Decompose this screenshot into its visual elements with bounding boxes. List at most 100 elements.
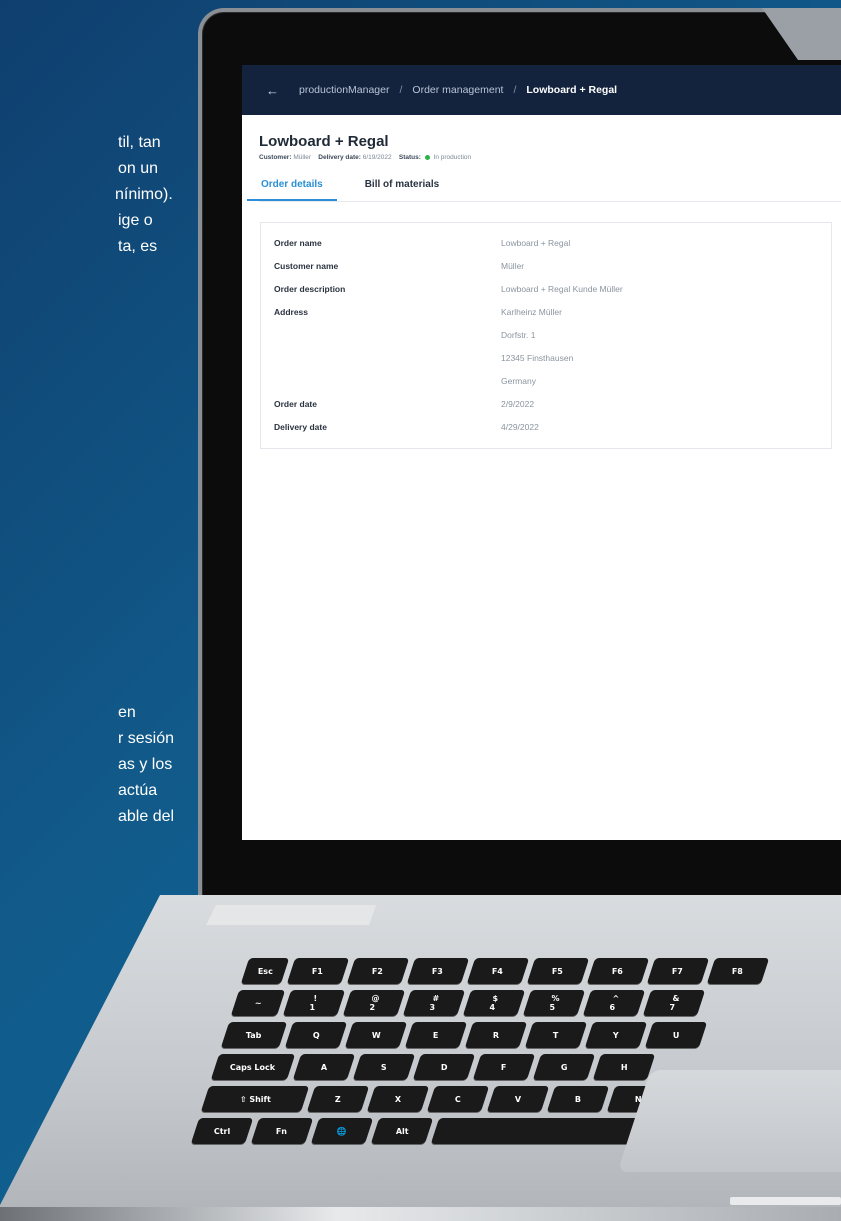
key-f2[interactable]: F2 [346, 958, 410, 984]
key-e[interactable]: E [404, 1022, 468, 1048]
key-ctrl[interactable]: Ctrl [190, 1118, 254, 1144]
detail-row-customer-name: Customer name Müller [261, 254, 831, 277]
key-z[interactable]: Z [306, 1086, 370, 1112]
order-meta: Customer: Müller Delivery date: 6/19/202… [259, 154, 841, 161]
key-tilde[interactable]: ~ [230, 990, 286, 1016]
breadcrumb-item-order-management[interactable]: Order management [412, 84, 503, 96]
breadcrumb-item-production-manager[interactable]: productionManager [299, 84, 389, 96]
key-7[interactable]: & 7 [642, 990, 706, 1016]
detail-label: Address [274, 306, 309, 317]
laptop-front-edge [0, 1207, 841, 1221]
key-f7[interactable]: F7 [646, 958, 710, 984]
key-q[interactable]: Q [284, 1022, 348, 1048]
laptop-front-notch [730, 1197, 841, 1205]
key-g[interactable]: G [532, 1054, 596, 1080]
key-5[interactable]: % 5 [522, 990, 586, 1016]
side-text-line: til, tan [118, 134, 161, 151]
key-esc[interactable]: Esc [240, 958, 290, 984]
key-f8[interactable]: F8 [706, 958, 770, 984]
trackpad[interactable] [617, 1070, 841, 1172]
top-navigation-bar: ← productionManager / Order management /… [242, 65, 841, 115]
key-f4[interactable]: F4 [466, 958, 530, 984]
key-3[interactable]: #3 [402, 990, 466, 1016]
key-fn[interactable]: Fn [250, 1118, 314, 1144]
detail-value: Lowboard + Regal [501, 237, 571, 248]
key-h[interactable]: H [592, 1054, 656, 1080]
delivery-date-value: 6/19/2022 [362, 154, 392, 161]
key-shift[interactable]: ⇧ Shift [200, 1086, 310, 1112]
key-w[interactable]: W [344, 1022, 408, 1048]
side-text-line: ta, es [118, 238, 158, 255]
detail-row-address: Address Karlheinz Müller [261, 300, 831, 323]
key-t[interactable]: T [524, 1022, 588, 1048]
globe-icon[interactable]: 🌐 [310, 1118, 374, 1144]
key-c[interactable]: C [426, 1086, 490, 1112]
laptop-screen: ← productionManager / Order management /… [242, 65, 841, 840]
side-text-line: as y los [118, 756, 173, 773]
detail-label: Order description [274, 283, 346, 294]
detail-label: Customer name [274, 260, 339, 271]
detail-value: Lowboard + Regal Kunde Müller [501, 283, 623, 294]
key-f5[interactable]: F5 [526, 958, 590, 984]
breadcrumb-current: Lowboard + Regal [526, 84, 618, 96]
side-text-line: nínimo). [115, 186, 173, 203]
side-text-block-1: til, tan on un nínimo). ige o ta, es [0, 130, 173, 260]
detail-label: Delivery date [274, 421, 327, 432]
order-details-card: Order name Lowboard + Regal Customer nam… [260, 222, 832, 449]
key-caps-lock[interactable]: Caps Lock [210, 1054, 296, 1080]
key-alt[interactable]: Alt [370, 1118, 434, 1144]
keyboard-row-qwerty: Tab Q W E R T Y U [220, 1022, 708, 1048]
detail-value: Dorfstr. 1 [501, 329, 536, 340]
detail-row-order-description: Order description Lowboard + Regal Kunde… [261, 277, 831, 300]
key-y[interactable]: Y [584, 1022, 648, 1048]
back-arrow-icon[interactable]: ← [266, 83, 279, 98]
key-6[interactable]: ^ 6 [582, 990, 646, 1016]
side-text-block-2: en r sesión as y los actúa able del [0, 700, 174, 830]
status-badge: In production [433, 154, 472, 161]
detail-value: Müller [501, 260, 525, 271]
tab-bill-of-materials[interactable]: Bill of materials [365, 175, 439, 201]
key-f6[interactable]: F6 [586, 958, 650, 984]
side-text-line: actúa [118, 782, 158, 799]
detail-label: Order name [274, 237, 322, 248]
key-f[interactable]: F [472, 1054, 536, 1080]
key-1[interactable]: ! 1 [282, 990, 346, 1016]
key-b[interactable]: B [546, 1086, 610, 1112]
key-2[interactable]: @2 [342, 990, 406, 1016]
key-tab[interactable]: Tab [220, 1022, 288, 1048]
key-u[interactable]: U [644, 1022, 708, 1048]
status-dot-icon [424, 154, 430, 160]
tab-bar: Order details Bill of materials [247, 175, 841, 202]
keyboard-row-home: Caps Lock A S D F G H [210, 1054, 656, 1080]
detail-value: 4/29/2022 [501, 421, 539, 432]
detail-value: 2/9/2022 [501, 398, 535, 409]
key-v[interactable]: V [486, 1086, 550, 1112]
detail-value: Karlheinz Müller [501, 306, 562, 317]
side-text-line: r sesión [118, 730, 175, 747]
key-x[interactable]: X [366, 1086, 430, 1112]
key-s[interactable]: S [352, 1054, 416, 1080]
side-text-line: ige o [118, 212, 153, 229]
detail-row-address-line: 12345 Finsthausen [261, 346, 831, 369]
detail-row-address-line: Germany [261, 369, 831, 392]
key-d[interactable]: D [412, 1054, 476, 1080]
key-a[interactable]: A [292, 1054, 356, 1080]
side-text-line: able del [118, 808, 175, 825]
tab-order-details[interactable]: Order details [247, 175, 337, 201]
status-label: Status: [398, 154, 421, 161]
key-r[interactable]: R [464, 1022, 528, 1048]
key-f1[interactable]: F1 [286, 958, 350, 984]
detail-row-address-line: Dorfstr. 1 [261, 323, 831, 346]
detail-row-delivery-date: Delivery date 4/29/2022 [261, 415, 831, 438]
camera-notch [762, 8, 841, 60]
key-f3[interactable]: F3 [406, 958, 470, 984]
side-text-line: en [118, 704, 136, 721]
customer-value: Müller [293, 154, 312, 161]
customer-label: Customer: [259, 154, 292, 161]
delivery-date-label: Delivery date: [318, 154, 361, 161]
detail-value: Germany [501, 375, 536, 386]
key-4[interactable]: $4 [462, 990, 526, 1016]
laptop-hinge [206, 905, 376, 925]
detail-label: Order date [274, 398, 317, 409]
detail-row-order-date: Order date 2/9/2022 [261, 392, 831, 415]
